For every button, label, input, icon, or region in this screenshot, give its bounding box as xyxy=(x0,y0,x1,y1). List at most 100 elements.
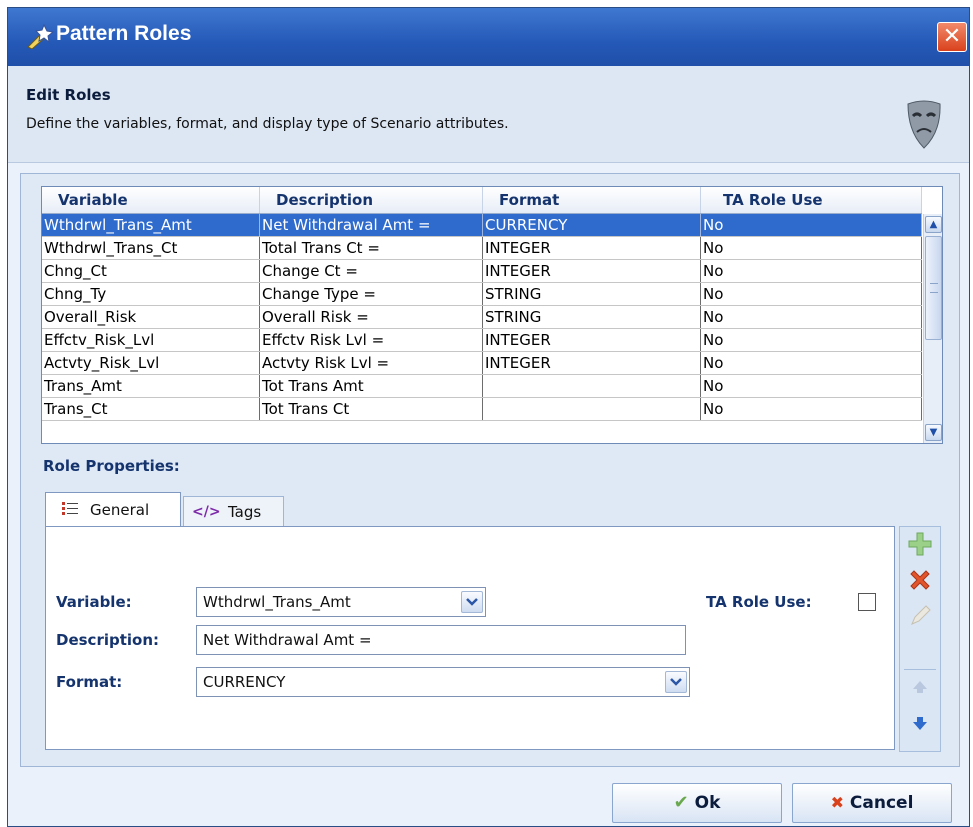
cell-description: Tot Trans Ct xyxy=(260,398,483,420)
cell-description: Change Type = xyxy=(260,283,483,305)
cell-format: INTEGER xyxy=(483,237,701,259)
variable-dropdown[interactable]: Wthdrwl_Trans_Amt xyxy=(196,587,486,617)
pattern-wand-icon xyxy=(27,23,54,49)
cell-variable: Chng_Ty xyxy=(42,283,260,305)
pencil-icon xyxy=(911,605,931,625)
close-button[interactable]: ✕ xyxy=(937,22,967,52)
pattern-roles-dialog: Pattern Roles ✕ Edit Roles Define the va… xyxy=(7,7,970,827)
table-row[interactable]: Effctv_Risk_Lvl Effctv Risk Lvl = INTEGE… xyxy=(42,329,922,352)
tab-general-label: General xyxy=(90,501,150,519)
table-row[interactable]: Chng_Ty Change Type = STRING No xyxy=(42,283,922,306)
format-label: Format: xyxy=(56,673,123,691)
cell-description: Effctv Risk Lvl = xyxy=(260,329,483,351)
format-dropdown[interactable]: CURRENCY xyxy=(196,667,690,697)
cell-format xyxy=(483,398,701,420)
cell-variable: Chng_Ct xyxy=(42,260,260,282)
cell-variable: Actvty_Risk_Lvl xyxy=(42,352,260,374)
move-down-button[interactable] xyxy=(905,713,935,743)
cell-ta-role-use: No xyxy=(701,375,922,397)
grid-vertical-scrollbar[interactable]: ▲ ▼ xyxy=(923,214,942,443)
description-label: Description: xyxy=(56,631,160,649)
cell-variable: Trans_Amt xyxy=(42,375,260,397)
cancel-x-icon: ✖ xyxy=(830,793,844,812)
column-header-ta-role-use[interactable]: TA Role Use xyxy=(701,187,922,213)
roles-panel: Variable Description Format TA Role Use … xyxy=(20,173,960,767)
table-row[interactable]: Trans_Amt Tot Trans Amt No xyxy=(42,375,922,398)
role-properties-label: Role Properties: xyxy=(43,457,180,475)
cell-variable: Wthdrwl_Trans_Amt xyxy=(42,214,260,236)
window-title: Pattern Roles xyxy=(56,22,192,45)
cell-ta-role-use: No xyxy=(701,214,922,236)
delete-x-icon xyxy=(910,570,930,590)
cell-variable: Wthdrwl_Trans_Ct xyxy=(42,237,260,259)
cancel-button[interactable]: ✖ Cancel xyxy=(792,783,952,823)
column-header-variable[interactable]: Variable xyxy=(42,187,260,213)
cancel-label: Cancel xyxy=(849,793,914,813)
title-bar[interactable]: Pattern Roles ✕ xyxy=(8,8,969,66)
cell-ta-role-use: No xyxy=(701,260,922,282)
arrow-up-icon xyxy=(913,681,927,693)
cell-description: Tot Trans Amt xyxy=(260,375,483,397)
description-field[interactable]: Net Withdrawal Amt = xyxy=(196,625,686,655)
scroll-down-button[interactable]: ▼ xyxy=(925,424,942,441)
table-row[interactable]: Actvty_Risk_Lvl Actvty Risk Lvl = INTEGE… xyxy=(42,352,922,375)
cell-format: INTEGER xyxy=(483,260,701,282)
header-description: Define the variables, format, and displa… xyxy=(26,116,509,132)
cell-ta-role-use: No xyxy=(701,398,922,420)
table-row[interactable]: Overall_Risk Overall Risk = STRING No xyxy=(42,306,922,329)
role-toolbar xyxy=(899,526,941,752)
column-header-format[interactable]: Format xyxy=(483,187,701,213)
cell-format: STRING xyxy=(483,306,701,328)
cell-format xyxy=(483,375,701,397)
move-up-button[interactable] xyxy=(905,677,935,707)
list-icon xyxy=(62,502,78,515)
description-value: Net Withdrawal Amt = xyxy=(203,631,372,649)
format-value: CURRENCY xyxy=(203,673,286,691)
column-header-description[interactable]: Description xyxy=(260,187,483,213)
cell-format: CURRENCY xyxy=(483,214,701,236)
cell-ta-role-use: No xyxy=(701,283,922,305)
table-row[interactable]: Chng_Ct Change Ct = INTEGER No xyxy=(42,260,922,283)
cell-format: INTEGER xyxy=(483,352,701,374)
grid-header: Variable Description Format TA Role Use xyxy=(42,187,922,214)
cell-variable: Trans_Ct xyxy=(42,398,260,420)
cell-format: INTEGER xyxy=(483,329,701,351)
roles-grid: Variable Description Format TA Role Use … xyxy=(41,186,943,444)
cell-ta-role-use: No xyxy=(701,329,922,351)
cell-ta-role-use: No xyxy=(701,306,922,328)
chevron-down-icon[interactable] xyxy=(461,591,483,613)
table-row[interactable]: Trans_Ct Tot Trans Ct No xyxy=(42,398,922,421)
cell-description: Total Trans Ct = xyxy=(260,237,483,259)
ok-button[interactable]: ✔ Ok xyxy=(612,783,782,823)
code-tag-icon: </> xyxy=(192,504,221,520)
ok-label: Ok xyxy=(694,793,721,813)
cell-description: Actvty Risk Lvl = xyxy=(260,352,483,374)
delete-button[interactable] xyxy=(905,567,935,597)
tab-tags[interactable]: </> Tags xyxy=(183,496,284,526)
checkmark-icon: ✔ xyxy=(673,792,689,813)
grid-body: Wthdrwl_Trans_Amt Net Withdrawal Amt = C… xyxy=(42,214,922,421)
variable-label: Variable: xyxy=(56,593,132,611)
tab-general[interactable]: General xyxy=(45,492,181,528)
add-button[interactable] xyxy=(905,531,935,561)
table-row[interactable]: Wthdrwl_Trans_Amt Net Withdrawal Amt = C… xyxy=(42,214,922,237)
header-title: Edit Roles xyxy=(26,86,111,104)
scroll-up-button[interactable]: ▲ xyxy=(925,216,942,233)
scroll-thumb[interactable] xyxy=(925,236,942,340)
plus-icon xyxy=(908,532,932,556)
cell-description: Overall Risk = xyxy=(260,306,483,328)
chevron-down-icon[interactable] xyxy=(665,671,687,693)
ta-role-use-checkbox[interactable] xyxy=(858,593,876,611)
cell-ta-role-use: No xyxy=(701,237,922,259)
variable-value: Wthdrwl_Trans_Amt xyxy=(203,593,351,611)
cell-description: Change Ct = xyxy=(260,260,483,282)
table-row[interactable]: Wthdrwl_Trans_Ct Total Trans Ct = INTEGE… xyxy=(42,237,922,260)
cell-variable: Effctv_Risk_Lvl xyxy=(42,329,260,351)
cell-ta-role-use: No xyxy=(701,352,922,374)
cell-description: Net Withdrawal Amt = xyxy=(260,214,483,236)
dialog-content: Variable Description Format TA Role Use … xyxy=(8,163,969,767)
theater-mask-icon xyxy=(907,100,941,149)
tab-tags-label: Tags xyxy=(228,503,262,521)
arrow-down-icon xyxy=(913,717,927,730)
edit-button[interactable] xyxy=(905,603,935,633)
